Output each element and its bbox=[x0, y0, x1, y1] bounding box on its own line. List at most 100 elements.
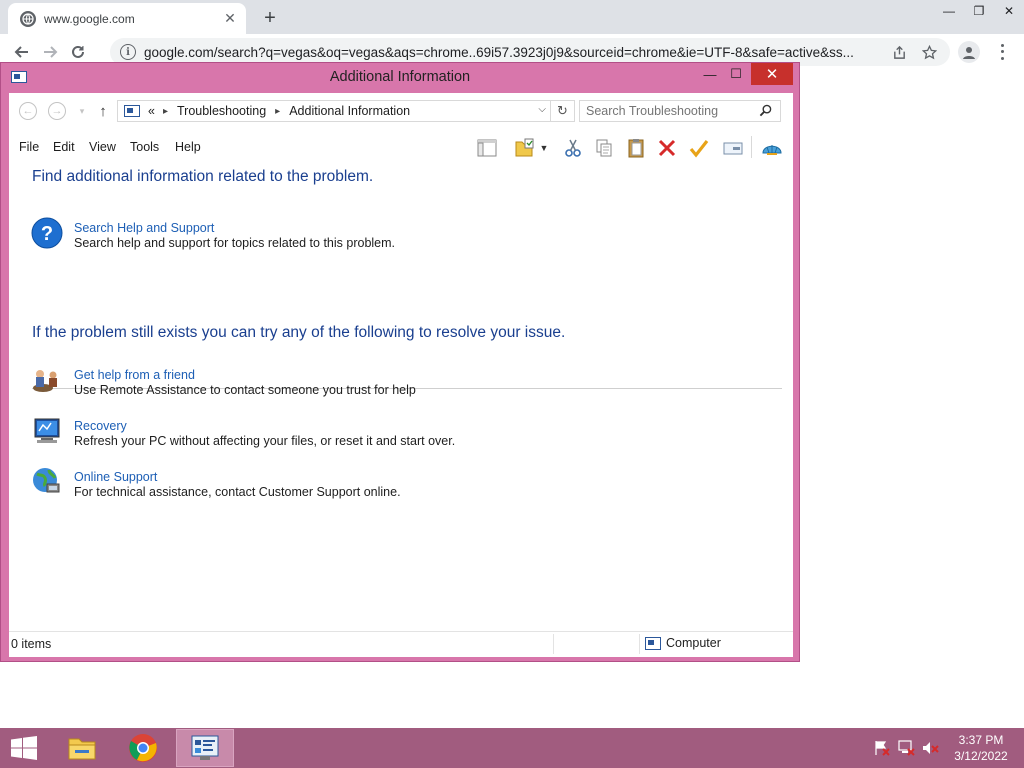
menu-view[interactable]: View bbox=[89, 140, 116, 154]
explorer-forward-button[interactable]: → bbox=[46, 101, 68, 121]
get-help-from-friend-link[interactable]: Get help from a friend bbox=[74, 368, 195, 382]
cut-icon[interactable] bbox=[560, 135, 586, 161]
new-tab-button[interactable]: + bbox=[258, 6, 282, 30]
online-support-link[interactable]: Online Support bbox=[74, 470, 157, 484]
recovery-icon[interactable] bbox=[31, 415, 63, 447]
delete-icon[interactable] bbox=[654, 135, 680, 161]
task-recovery: Recovery Refresh your PC without affecti… bbox=[31, 415, 731, 451]
status-bar: 0 items Computer bbox=[9, 631, 793, 655]
system-clock[interactable]: 3:37 PM 3/12/2022 bbox=[948, 732, 1014, 764]
arrow-right-icon bbox=[44, 46, 58, 58]
toolbar-divider bbox=[751, 136, 752, 158]
chrome-icon bbox=[129, 734, 157, 762]
window-titlebar[interactable]: Additional Information — ☐ ✕ bbox=[1, 63, 799, 91]
reload-icon bbox=[72, 45, 84, 58]
location-bar[interactable]: « ▸ Troubleshooting ▸ Additional Informa… bbox=[117, 100, 551, 122]
address-row: ← → ▾ ↑ « ▸ Troubleshooting ▸ Additional… bbox=[9, 93, 793, 129]
forward-arrow-icon: → bbox=[48, 102, 66, 120]
status-divider bbox=[553, 634, 554, 654]
chevron-down-icon[interactable]: ⌵ bbox=[538, 104, 546, 115]
window-title: Additional Information bbox=[329, 69, 471, 85]
close-button[interactable]: ✕ bbox=[751, 63, 793, 85]
browser-window-controls: — ❐ ✕ bbox=[934, 0, 1024, 22]
section-heading-resolve: If the problem still exists you can try … bbox=[32, 324, 566, 341]
globe-icon[interactable] bbox=[31, 466, 63, 498]
search-icon[interactable] bbox=[759, 104, 775, 120]
browser-close-button[interactable]: ✕ bbox=[994, 0, 1024, 22]
properties-icon[interactable] bbox=[720, 135, 746, 161]
start-button[interactable] bbox=[10, 736, 38, 760]
browser-tab[interactable]: www.google.com ✕ bbox=[8, 3, 246, 34]
menu-tools[interactable]: Tools bbox=[130, 140, 159, 154]
browser-tab-title: www.google.com bbox=[44, 11, 135, 26]
paste-icon[interactable] bbox=[623, 135, 649, 161]
clock-date: 3/12/2022 bbox=[954, 749, 1008, 763]
chevron-down-icon[interactable]: ▼ bbox=[537, 135, 551, 161]
computer-icon bbox=[645, 636, 661, 650]
menu-edit[interactable]: Edit bbox=[53, 140, 75, 154]
up-button[interactable]: ↑ bbox=[92, 101, 114, 121]
taskbar-chrome[interactable] bbox=[114, 729, 172, 767]
url-text: google.com/search?q=vegas&oq=vegas&aqs=c… bbox=[144, 44, 854, 60]
search-input[interactable] bbox=[579, 100, 781, 122]
checkmark-icon[interactable] bbox=[686, 135, 712, 161]
get-help-from-friend-description: Use Remote Assistance to contact someone… bbox=[74, 383, 416, 397]
breadcrumb-troubleshooting[interactable]: Troubleshooting bbox=[177, 104, 266, 118]
item-count: 0 items bbox=[11, 637, 52, 651]
explorer-back-button[interactable]: ← bbox=[17, 101, 39, 121]
layout-pane-icon[interactable] bbox=[474, 135, 500, 161]
task-get-help-from-friend: Get help from a friend Use Remote Assist… bbox=[31, 364, 731, 400]
section-heading-additional-info: Find additional information related to t… bbox=[32, 168, 374, 185]
recovery-link[interactable]: Recovery bbox=[74, 419, 127, 433]
control-panel-icon bbox=[124, 105, 140, 117]
taskbar-control-panel[interactable] bbox=[176, 729, 234, 767]
control-panel-icon bbox=[191, 735, 219, 760]
taskbar: 3:37 PM 3/12/2022 bbox=[0, 728, 1024, 768]
recent-locations-button[interactable]: ▾ bbox=[71, 101, 93, 121]
network-icon[interactable] bbox=[898, 740, 916, 756]
recovery-description: Refresh your PC without affecting your f… bbox=[74, 434, 456, 448]
browser-menu-icon[interactable] bbox=[994, 42, 1010, 62]
help-question-icon[interactable]: ? bbox=[31, 217, 63, 249]
share-icon[interactable] bbox=[888, 41, 910, 63]
chevron-right-icon: ▸ bbox=[162, 105, 168, 117]
folder-icon bbox=[68, 738, 96, 760]
action-center-flag-icon[interactable] bbox=[873, 740, 891, 756]
menu-file[interactable]: File bbox=[19, 140, 39, 154]
status-divider bbox=[639, 634, 640, 654]
shell-icon[interactable] bbox=[759, 135, 785, 161]
site-info-icon[interactable]: i bbox=[120, 44, 136, 60]
window-body: ← → ▾ ↑ « ▸ Troubleshooting ▸ Additional… bbox=[9, 93, 793, 657]
content-pane: Find additional information related to t… bbox=[9, 165, 793, 625]
minimize-button[interactable]: — bbox=[697, 63, 723, 85]
chevron-right-icon: ▸ bbox=[275, 105, 281, 117]
refresh-button[interactable]: ↻ bbox=[551, 100, 575, 122]
remote-assistance-icon[interactable] bbox=[31, 364, 63, 396]
browser-minimize-button[interactable]: — bbox=[934, 0, 964, 22]
copy-icon[interactable] bbox=[591, 135, 617, 161]
menu-bar: File Edit View Tools Help ▼ bbox=[9, 131, 793, 163]
search-help-link[interactable]: Search Help and Support bbox=[74, 221, 214, 235]
bookmark-star-icon[interactable] bbox=[918, 41, 940, 63]
svg-text:?: ? bbox=[41, 223, 53, 245]
maximize-button[interactable]: ☐ bbox=[723, 63, 749, 85]
windows-logo-icon bbox=[11, 736, 37, 760]
back-arrow-icon: ← bbox=[19, 102, 37, 120]
task-online-support: Online Support For technical assistance,… bbox=[31, 466, 731, 502]
breadcrumb-additional-information[interactable]: Additional Information bbox=[289, 104, 410, 118]
breadcrumb-overflow[interactable]: « bbox=[148, 104, 155, 118]
taskbar-file-explorer[interactable] bbox=[53, 729, 111, 767]
folder-options-icon[interactable] bbox=[511, 135, 537, 161]
browser-restore-button[interactable]: ❐ bbox=[964, 0, 994, 22]
explorer-window: Additional Information — ☐ ✕ ← → ▾ ↑ « ▸… bbox=[0, 62, 800, 662]
browser-tab-strip: www.google.com ✕ + — ❐ ✕ bbox=[0, 0, 1024, 34]
profile-avatar-icon[interactable] bbox=[958, 41, 980, 63]
menu-help[interactable]: Help bbox=[175, 140, 201, 154]
tab-close-icon[interactable]: ✕ bbox=[222, 10, 238, 27]
arrow-left-icon bbox=[14, 46, 28, 58]
search-help-description: Search help and support for topics relat… bbox=[74, 236, 396, 250]
clock-time: 3:37 PM bbox=[958, 733, 1004, 747]
online-support-description: For technical assistance, contact Custom… bbox=[74, 485, 401, 499]
status-location: Computer bbox=[645, 636, 721, 650]
volume-muted-icon[interactable] bbox=[922, 740, 940, 756]
